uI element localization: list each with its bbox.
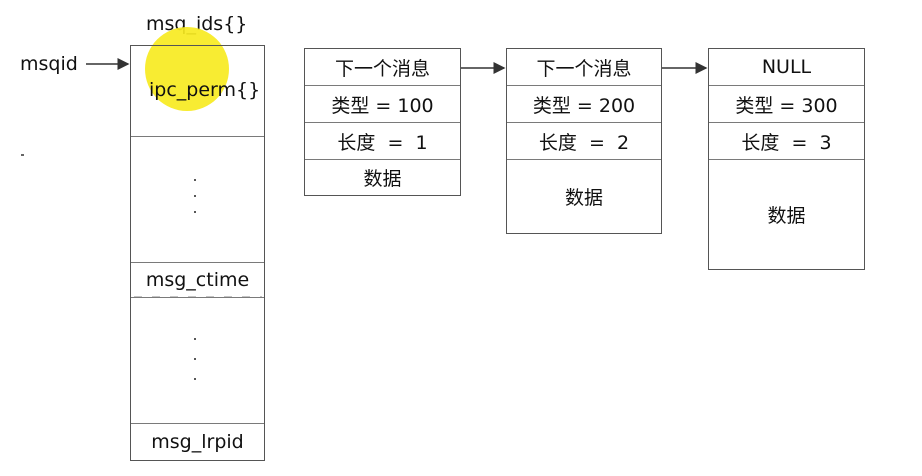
message-length-cell: 长度 = 3: [709, 123, 864, 160]
message-type-label: 类型 = 200: [532, 94, 636, 117]
ellipsis-dot: [194, 211, 196, 213]
ellipsis-dot: [194, 358, 196, 360]
message-length-cell: 长度 = 2: [507, 123, 661, 160]
message-node-1: 下一个消息 类型 = 100 长度 = 1 数据: [304, 48, 461, 196]
ellipsis-dot: [194, 378, 196, 380]
message-node-3: NULL 类型 = 300 长度 = 3 数据: [708, 48, 865, 270]
msqid-label: msqid: [20, 53, 78, 75]
message-data-cell: 数据: [305, 160, 460, 195]
message-length-label: 长度 = 3: [741, 131, 832, 154]
msg-ctime-label: msg_ctime: [145, 269, 250, 291]
msg-ctime-cell: msg_ctime: [131, 263, 264, 298]
message-type-label: 类型 = 100: [331, 94, 434, 117]
message-next-label: NULL: [761, 56, 812, 78]
message-next-label: 下一个消息: [334, 57, 430, 80]
message-data-label: 数据: [564, 187, 603, 209]
ellipsis-cell-2: [131, 298, 264, 424]
message-data-cell: 数据: [709, 160, 864, 269]
ellipsis-dot: [194, 195, 196, 197]
message-data-cell: 数据: [507, 160, 661, 233]
message-data-label: 数据: [767, 205, 806, 227]
msg-lrpid-cell: msg_lrpid: [131, 424, 264, 459]
ellipsis-dot: [194, 179, 196, 181]
msg-lrpid-label: msg_lrpid: [151, 430, 244, 453]
ellipsis-dot: [194, 338, 196, 340]
message-next-cell: 下一个消息: [507, 49, 661, 86]
msq-ids-struct: msg_ctime msg_lrpid: [130, 45, 265, 461]
message-node-2: 下一个消息 类型 = 200 长度 = 2 数据: [506, 48, 662, 234]
message-next-cell: 下一个消息: [305, 49, 460, 86]
message-length-label: 长度 = 2: [538, 131, 630, 154]
message-type-cell: 类型 = 300: [709, 86, 864, 123]
message-type-label: 类型 = 300: [735, 94, 838, 117]
ellipsis-cell-1: [131, 137, 264, 263]
message-data-label: 数据: [363, 168, 402, 190]
message-length-label: 长度 = 1: [337, 131, 428, 154]
message-length-cell: 长度 = 1: [305, 123, 460, 160]
message-next-cell: NULL: [709, 49, 864, 86]
message-next-label: 下一个消息: [536, 57, 632, 80]
message-type-cell: 类型 = 100: [305, 86, 460, 123]
margin-mark: [21, 154, 24, 156]
ipc-perm-label: ipc_perm{}: [149, 79, 261, 101]
message-type-cell: 类型 = 200: [507, 86, 661, 123]
